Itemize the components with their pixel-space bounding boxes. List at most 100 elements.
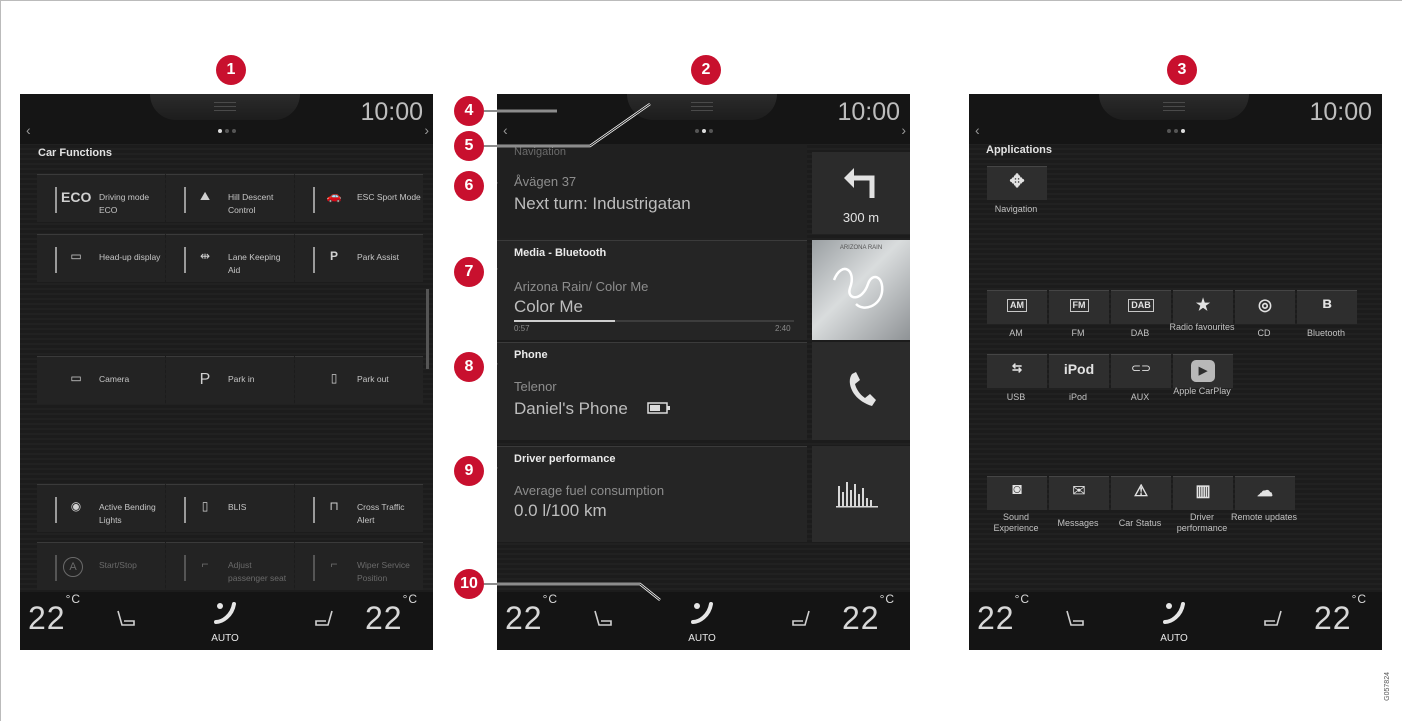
prev-view-arrow[interactable]: ‹	[503, 122, 508, 138]
battery-icon	[647, 402, 670, 414]
right-temperature[interactable]: 22°C	[842, 592, 895, 637]
app-label: Remote updates	[1230, 512, 1298, 522]
app-aux[interactable]: ⊂⊃ AUX	[1109, 354, 1171, 412]
prev-view-arrow[interactable]: ‹	[975, 122, 980, 138]
tile-label: Active Bending Lights	[99, 502, 156, 525]
phone-header: Phone	[514, 349, 548, 361]
left-temperature[interactable]: 22°C	[977, 592, 1030, 637]
tile-active-bending-lights[interactable]: ◉ Active Bending Lights	[37, 484, 165, 532]
app-fm[interactable]: FM FM	[1047, 290, 1109, 348]
passenger-seat-icon[interactable]	[790, 608, 812, 630]
app-label: Navigation	[994, 204, 1038, 214]
aux-icon: ⊂⊃	[1130, 361, 1152, 375]
clock: 10:00	[837, 98, 900, 126]
right-temperature[interactable]: 22°C	[1314, 592, 1367, 637]
ipod-icon: iPod	[1063, 361, 1095, 377]
clock: 10:00	[1309, 98, 1372, 126]
phone-tile[interactable]: Phone Telenor Daniel's Phone	[497, 342, 807, 440]
tile-label: Start/Stop	[99, 560, 137, 570]
top-view-handle[interactable]	[1099, 94, 1249, 120]
speaker-icon: ◙	[1012, 481, 1022, 498]
driver-seat-icon[interactable]	[592, 608, 614, 630]
passenger-seat-icon[interactable]	[313, 608, 335, 630]
top-view-handle[interactable]	[150, 94, 300, 120]
car-functions-title: Car Functions	[38, 147, 112, 159]
media-progress-bar[interactable]	[514, 320, 794, 322]
call-button[interactable]	[812, 342, 910, 440]
callout-8: 8	[454, 352, 484, 382]
album-art[interactable]: ARIZONA RAIN	[812, 240, 910, 340]
left-temperature[interactable]: 22°C	[505, 592, 558, 637]
app-label: Apple CarPlay	[1173, 386, 1231, 396]
clock: 10:00	[360, 98, 423, 126]
app-messages[interactable]: ✉ Messages	[1047, 476, 1109, 534]
app-dab[interactable]: DAB DAB	[1109, 290, 1171, 348]
media-tile[interactable]: Media - Bluetooth Arizona Rain/ Color Me…	[497, 240, 807, 340]
turn-indicator-box[interactable]: 300 m	[812, 152, 910, 234]
tile-lane-keeping-aid[interactable]: ⇹ Lane Keeping Aid	[166, 234, 294, 282]
app-label: Radio favourites	[1169, 322, 1235, 332]
fan-auto-button[interactable]: AUTO	[205, 598, 245, 644]
tile-head-up-display[interactable]: ▭ Head-up display	[37, 234, 165, 282]
app-ipod[interactable]: iPod iPod	[1047, 354, 1109, 412]
tile-park-assist[interactable]: P Park Assist	[295, 234, 423, 282]
next-view-arrow[interactable]: ›	[424, 122, 429, 138]
media-elapsed: 0:57	[514, 324, 530, 333]
fan-auto-button[interactable]: AUTO	[682, 598, 722, 644]
app-apple-carplay[interactable]: ▶ Apple CarPlay	[1171, 354, 1233, 412]
callout-7: 7	[454, 257, 484, 287]
tile-start-stop[interactable]: A Start/Stop	[37, 542, 165, 590]
driver-performance-graph-box[interactable]	[812, 446, 910, 542]
document-id: G057824	[1384, 672, 1391, 701]
fan-mode-label: AUTO	[1160, 633, 1188, 644]
tile-adjust-passenger-seat[interactable]: ⌐ Adjust passenger seat	[166, 542, 294, 590]
callout-2: 2	[691, 55, 721, 85]
driver-seat-icon[interactable]	[1064, 608, 1086, 630]
fan-auto-button[interactable]: AUTO	[1154, 598, 1194, 644]
app-label: Car Status	[1118, 518, 1162, 528]
tile-wiper-service-position[interactable]: ⌐ Wiper Service Position	[295, 542, 423, 590]
app-car-status[interactable]: ⚠ Car Status	[1109, 476, 1171, 534]
tile-camera[interactable]: ▭ Camera	[37, 356, 165, 404]
fan-icon	[214, 602, 236, 624]
app-cd[interactable]: ◎ CD	[1233, 290, 1295, 348]
app-driver-performance[interactable]: ▥ Driver performance	[1171, 476, 1233, 534]
driver-performance-tile[interactable]: Driver performance Average fuel consumpt…	[497, 446, 807, 542]
fuel-metric-value: 0.0 l/100 km	[514, 501, 607, 520]
tile-park-out[interactable]: ▯ Park out	[295, 356, 423, 404]
app-navigation[interactable]: ✥ Navigation	[985, 166, 1047, 224]
passenger-seat-icon[interactable]	[1262, 608, 1284, 630]
prev-view-arrow[interactable]: ‹	[26, 122, 31, 138]
tile-label: Driving mode ECO	[99, 192, 150, 215]
tile-esc-sport-mode[interactable]: 🚗 ESC Sport Mode	[295, 174, 423, 222]
left-temperature[interactable]: 22°C	[28, 592, 81, 637]
app-am[interactable]: AM AM	[985, 290, 1047, 348]
app-bluetooth[interactable]: ʙ Bluetooth	[1295, 290, 1357, 348]
cd-icon: ◎	[1258, 297, 1272, 314]
app-radio-favourites[interactable]: ★ Radio favourites	[1169, 290, 1235, 348]
tile-cross-traffic-alert[interactable]: ⊓ Cross Traffic Alert	[295, 484, 423, 532]
tile-park-in[interactable]: P Park in	[166, 356, 294, 404]
driver-seat-icon[interactable]	[115, 608, 137, 630]
app-usb[interactable]: ⇆ USB	[985, 354, 1047, 412]
tile-driving-mode-eco[interactable]: ECO Driving mode ECO	[37, 174, 165, 222]
am-radio-icon: AM	[1007, 299, 1027, 312]
app-sound-experience[interactable]: ◙ Sound Experience	[985, 476, 1047, 534]
driver-performance-header: Driver performance	[514, 453, 616, 465]
top-view-handle[interactable]	[627, 94, 777, 120]
turn-distance: 300 m	[842, 210, 880, 225]
blis-icon: ▯	[201, 499, 209, 513]
status-bar: 10:00 ‹	[969, 94, 1382, 144]
app-remote-updates[interactable]: ☁ Remote updates	[1231, 476, 1297, 534]
right-temperature[interactable]: 22°C	[365, 592, 418, 637]
view-indicator-dots	[695, 129, 713, 133]
tile-blis[interactable]: ▯ BLIS	[166, 484, 294, 532]
radio-favourites-icon: ★	[1195, 297, 1211, 314]
next-view-arrow[interactable]: ›	[901, 122, 906, 138]
tile-hill-descent-control[interactable]: ⛰ Hill Descent Control	[166, 174, 294, 222]
applications-title: Applications	[986, 144, 1053, 156]
app-label: iPod	[1068, 392, 1087, 402]
app-label: Bluetooth	[1306, 328, 1346, 338]
scrollbar[interactable]	[426, 289, 429, 369]
navigation-tile[interactable]: Navigation Åvägen 37 Next turn: Industri…	[497, 144, 807, 238]
